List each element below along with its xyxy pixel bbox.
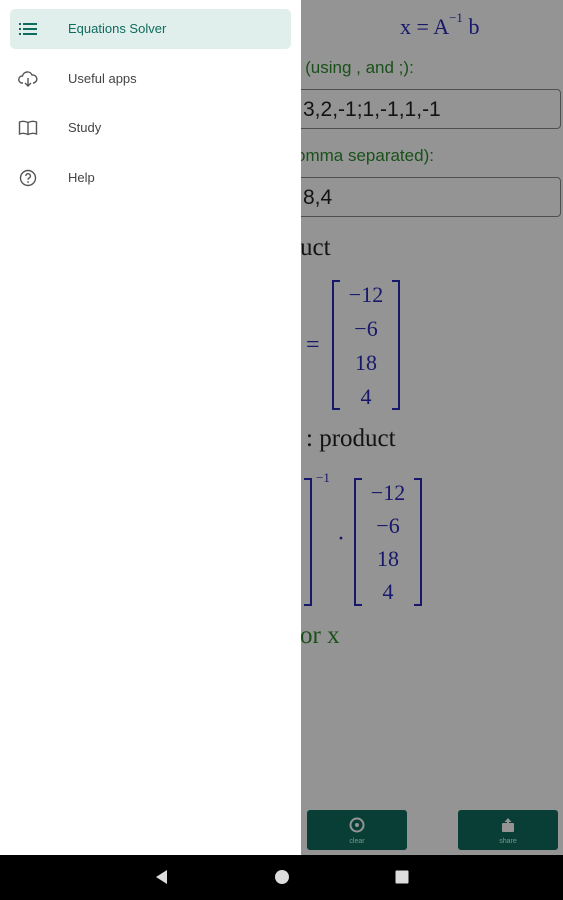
nav-item-label: Help: [68, 170, 95, 185]
help-icon: [19, 169, 37, 187]
nav-item-equations-solver[interactable]: Equations Solver: [10, 9, 291, 49]
nav-item-label: Useful apps: [68, 71, 137, 86]
home-icon[interactable]: [274, 868, 290, 886]
back-icon[interactable]: [153, 868, 169, 886]
nav-item-label: Equations Solver: [68, 21, 167, 36]
nav-item-useful-apps[interactable]: Useful apps: [10, 59, 291, 99]
nav-item-study[interactable]: Study: [10, 108, 291, 148]
list-icon: [19, 23, 37, 35]
navigation-drawer: Equations Solver Useful apps Study Help: [0, 0, 301, 855]
cloud-download-icon: [18, 71, 38, 87]
book-icon: [18, 120, 38, 136]
recents-icon[interactable]: [394, 868, 410, 886]
system-navigation-bar: [0, 855, 563, 900]
nav-item-help[interactable]: Help: [10, 158, 291, 198]
nav-item-label: Study: [68, 120, 102, 135]
